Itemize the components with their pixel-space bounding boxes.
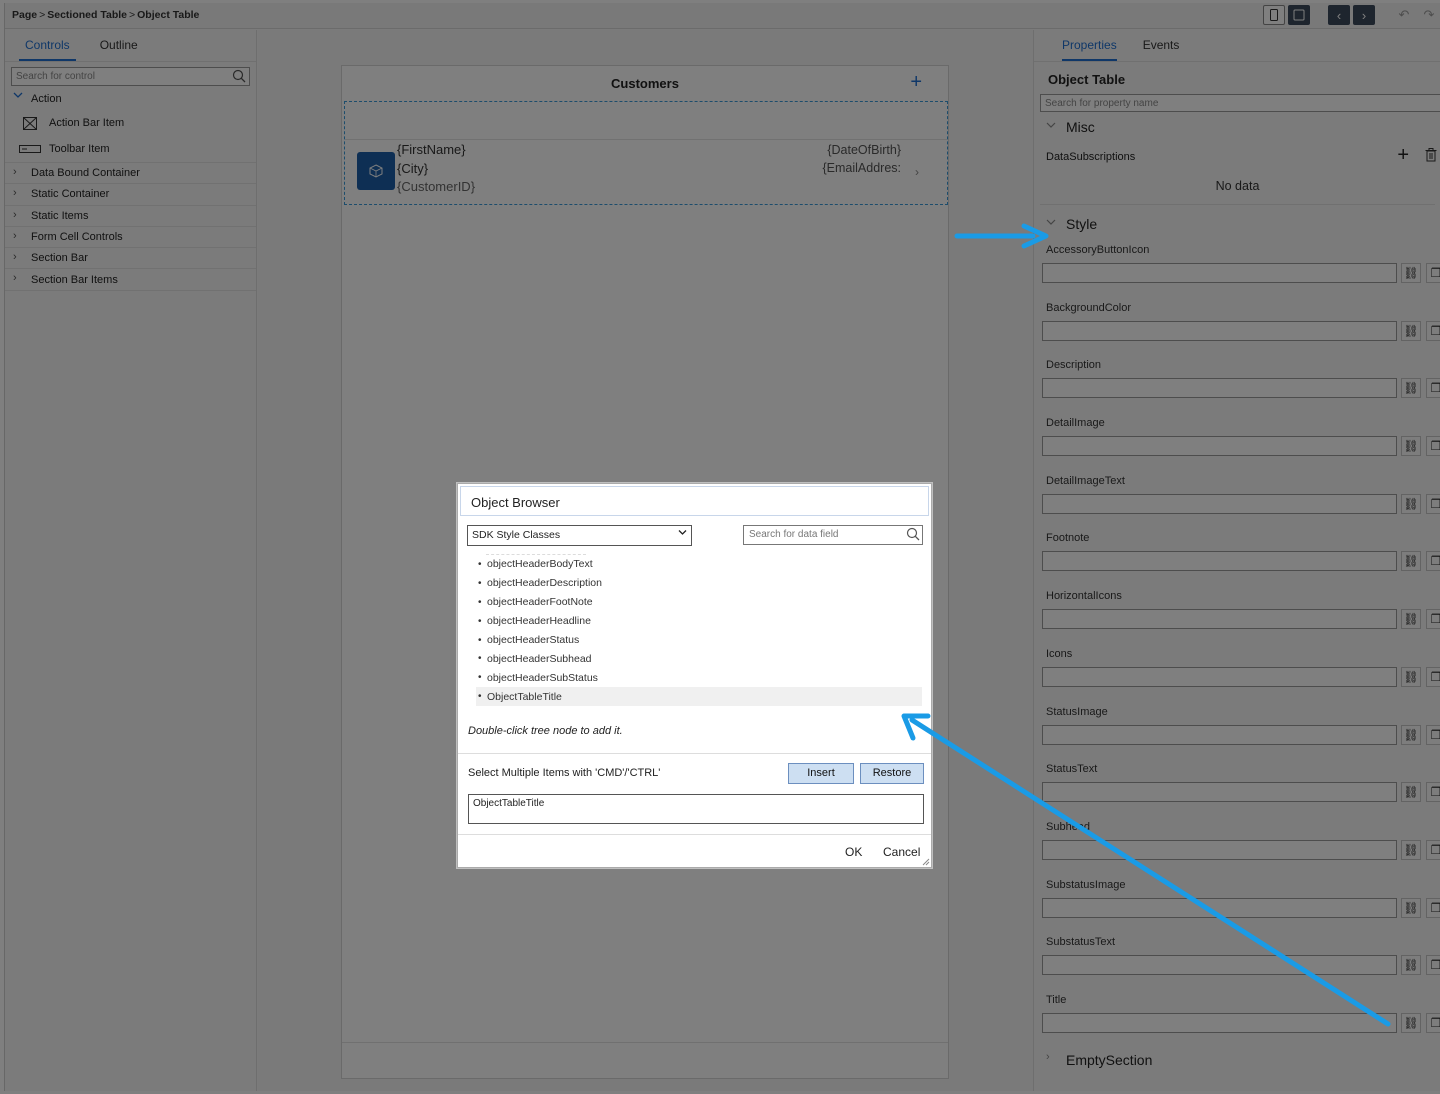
dialog-hint: Double-click tree node to add it. (468, 725, 623, 737)
bullet: • (478, 615, 482, 627)
bullet: • (478, 691, 482, 703)
clipped-list-item (486, 548, 586, 555)
list-item[interactable]: • objectHeaderStatus (476, 631, 922, 650)
bullet: • (478, 558, 482, 570)
list-item-label: objectHeaderDescription (487, 577, 602, 590)
bullet: • (478, 653, 482, 665)
list-item-label: objectHeaderStatus (487, 634, 580, 646)
object-browser-dialog: Object Browser SDK Style Classes Search … (457, 483, 932, 868)
multi-select-hint: Select Multiple Items with 'CMD'/'CTRL' (468, 767, 661, 779)
list-item[interactable]: • objectHeaderDescription (476, 574, 922, 593)
divider (458, 753, 931, 754)
list-item[interactable]: • objectHeaderFootNote (476, 593, 922, 612)
select-value: SDK Style Classes (472, 529, 561, 541)
bullet: • (478, 634, 482, 646)
divider (458, 834, 931, 835)
style-class-list: • objectHeaderBodyText • objectHeaderDescr… (476, 548, 922, 708)
list-item-label: objectHeaderSubStatus (487, 671, 598, 684)
list-item[interactable]: • objectHeaderBodyText (476, 555, 922, 574)
list-item-label: objectHeaderHeadline (487, 615, 591, 628)
bullet: • (478, 577, 482, 589)
cancel-button[interactable]: Cancel (883, 845, 920, 859)
list-item[interactable]: • objectHeaderSubStatus (476, 668, 922, 687)
class-type-select[interactable]: SDK Style Classes (467, 525, 692, 546)
dialog-title: Object Browser (460, 486, 929, 516)
search-icon (906, 527, 920, 541)
resize-grip-icon[interactable] (922, 858, 930, 866)
list-item-selected[interactable]: • ObjectTableTitle (476, 687, 922, 707)
restore-button[interactable]: Restore (860, 763, 924, 784)
ok-button[interactable]: OK (845, 845, 862, 859)
list-item[interactable]: • objectHeaderSubhead (476, 649, 922, 668)
bullet: • (478, 596, 482, 608)
list-item-label: objectHeaderSubhead (487, 652, 592, 665)
list-item[interactable]: • objectHeaderHeadline (476, 612, 922, 631)
list-item-label: objectHeaderBodyText (487, 558, 593, 571)
data-field-search-placeholder: Search for data field (749, 529, 839, 540)
data-field-search-input[interactable]: Search for data field (743, 525, 923, 545)
selected-value-textarea[interactable]: ObjectTableTitle (468, 794, 924, 824)
list-item-label: ObjectTableTitle (487, 690, 562, 703)
chevron-down-icon (678, 528, 687, 539)
insert-button[interactable]: Insert (788, 763, 854, 784)
bullet: • (478, 672, 482, 684)
list-item-label: objectHeaderFootNote (487, 596, 593, 609)
